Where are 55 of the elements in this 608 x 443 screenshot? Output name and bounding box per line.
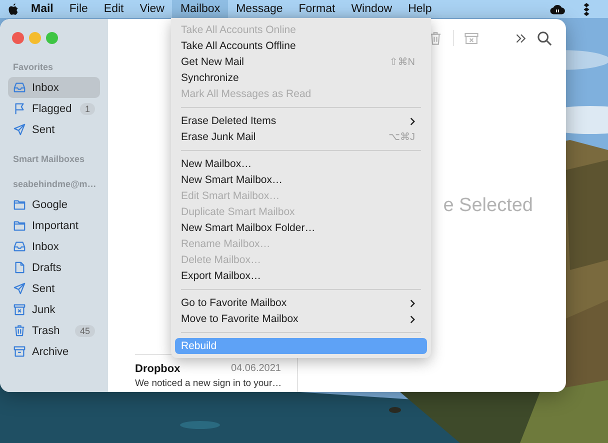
folder-icon [13, 198, 26, 211]
section-header: Favorites [12, 61, 54, 74]
menu-bar-item[interactable]: View [132, 0, 172, 18]
sidebar-item[interactable]: Sent [8, 119, 100, 140]
search-icon[interactable] [537, 30, 552, 46]
sender-name: Dropbox [135, 363, 180, 375]
menu-item[interactable]: Move to Favorite Mailbox [175, 311, 427, 327]
menu-bar-item[interactable]: Mailbox [172, 0, 228, 18]
menu-item[interactable]: Export Mailbox… [175, 268, 427, 284]
cloud-icon[interactable] [550, 2, 565, 16]
trash-icon [13, 324, 26, 337]
message-preview: We noticed a new sign in to your… [135, 378, 281, 389]
menu-item[interactable]: Synchronize [175, 70, 427, 86]
keyboard-shortcut: ⌥⌘J [388, 132, 415, 142]
flag-icon [13, 102, 26, 115]
menu-item[interactable]: Erase Deleted Items [175, 113, 427, 129]
junk-icon [13, 303, 26, 316]
sent-icon [13, 123, 26, 136]
archive-icon [13, 345, 26, 358]
menu-item[interactable]: Go to Favorite Mailbox [175, 295, 427, 311]
drafts-icon [13, 261, 26, 274]
sidebar-item[interactable]: Inbox [8, 236, 100, 257]
menu-bar-item[interactable]: Message [228, 0, 291, 18]
menu-bar-item[interactable]: Mail [27, 0, 62, 18]
menu-item[interactable]: Take All Accounts Offline [175, 38, 427, 54]
sidebar-item[interactable]: Google [8, 194, 100, 215]
menu-item[interactable]: Erase Junk Mail ⌥⌘J [175, 129, 427, 145]
section-header: Smart Mailboxes [12, 153, 86, 166]
sidebar-item[interactable]: Inbox [8, 77, 100, 98]
chevrons-icon[interactable] [515, 32, 527, 44]
inbox-icon [13, 240, 26, 253]
apple-icon[interactable] [8, 2, 19, 16]
sidebar-item[interactable]: Trash 45 [8, 320, 100, 341]
menu-bar-item[interactable]: Help [400, 0, 440, 18]
menu-bar-item[interactable]: File [61, 0, 96, 18]
empty-message-text: e Selected [443, 195, 533, 217]
menu-bar-item[interactable]: Edit [96, 0, 132, 18]
folder-icon [13, 219, 26, 232]
sidebar-item[interactable]: Drafts [8, 257, 100, 278]
sidebar-item[interactable]: Flagged 1 [8, 98, 100, 119]
sidebar-item[interactable]: Sent [8, 278, 100, 299]
menu-item[interactable]: Get New Mail ⇧⌘N [175, 54, 427, 70]
sidebar-item[interactable]: Archive [8, 341, 100, 362]
inbox-icon [13, 81, 26, 94]
menu-bar-item[interactable]: Format [290, 0, 344, 18]
section-header: seabehindme@m… [12, 178, 98, 191]
menu-item[interactable]: New Smart Mailbox Folder… [175, 220, 427, 236]
keyboard-shortcut: ⇧⌘N [389, 56, 415, 68]
menu-bar-item[interactable]: Window [343, 0, 400, 18]
sidebar-item[interactable]: Important [8, 215, 100, 236]
menu-item[interactable]: New Smart Mailbox… [175, 172, 427, 188]
message-date: 04.06.2021 [230, 363, 281, 375]
menu-item[interactable]: New Mailbox… [175, 156, 427, 172]
sent-icon [13, 282, 26, 295]
sidebar-item[interactable]: Junk [8, 299, 100, 320]
